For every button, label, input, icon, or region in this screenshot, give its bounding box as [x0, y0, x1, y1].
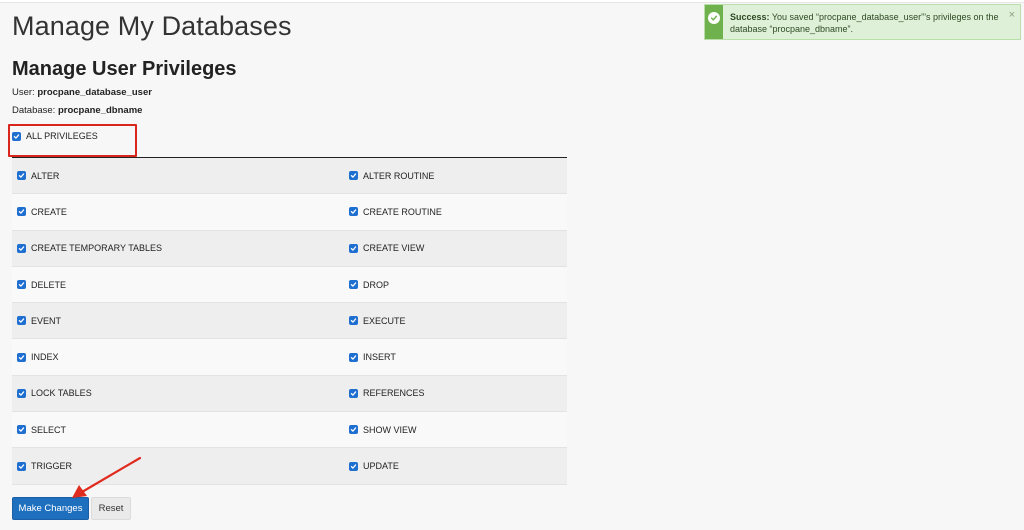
all-privileges-checkbox[interactable]: ALL PRIVILEGES [12, 131, 98, 141]
checkbox-checked-icon[interactable] [17, 461, 26, 471]
privilege-label: SHOW VIEW [363, 424, 417, 435]
toast-strong: Success: [729, 12, 770, 22]
checkbox-checked-icon[interactable] [349, 280, 358, 290]
top-border [0, 0, 1024, 3]
privilege-label: SELECT [31, 424, 67, 435]
checkbox-checked-icon[interactable] [349, 425, 358, 435]
privilege-checkbox[interactable]: ALTER ROUTINE [349, 171, 434, 181]
database-value: procpane_dbname [57, 105, 143, 116]
checkbox-checked-icon[interactable] [17, 425, 26, 435]
privilege-checkbox[interactable]: CREATE ROUTINE [349, 207, 442, 217]
privilege-row: CREATE TEMPORARY TABLES CREATE VIEW [12, 230, 567, 267]
user-info: User: procpane_database_user [12, 87, 152, 98]
privilege-row: SELECT SHOW VIEW [12, 412, 567, 449]
privilege-label: LOCK TABLES [31, 388, 92, 399]
privilege-checkbox[interactable]: CREATE TEMPORARY TABLES [17, 243, 162, 253]
privilege-checkbox[interactable]: EXECUTE [349, 316, 406, 326]
checkbox-checked-icon[interactable] [349, 171, 358, 181]
check-circle-icon [707, 12, 720, 24]
section-title: Manage User Privileges [12, 58, 237, 80]
privilege-label: INDEX [31, 352, 59, 363]
privilege-checkbox[interactable]: REFERENCES [349, 388, 425, 398]
page-title: Manage My Databases [12, 11, 292, 41]
privilege-row: ALTER ALTER ROUTINE [12, 158, 567, 195]
database-info: Database: procpane_dbname [12, 105, 142, 116]
checkbox-checked-icon[interactable] [349, 388, 358, 398]
checkbox-checked-icon[interactable] [17, 316, 26, 326]
checkbox-checked-icon[interactable] [349, 461, 358, 471]
privilege-row: EVENT EXECUTE [12, 303, 567, 340]
privilege-label: EXECUTE [363, 315, 406, 326]
privilege-checkbox[interactable]: EVENT [17, 316, 61, 326]
privilege-checkbox[interactable]: DELETE [17, 280, 66, 290]
privilege-checkbox[interactable]: INSERT [349, 352, 396, 362]
checkbox-checked-icon[interactable] [17, 280, 26, 290]
privilege-row: LOCK TABLES REFERENCES [12, 375, 567, 413]
privilege-label: ALTER [31, 170, 60, 181]
toast-body: You saved “procpane_database_user”’s pri… [729, 12, 999, 34]
toast-message: Success: You saved “procpane_database_us… [723, 5, 1020, 39]
privilege-row: DELETE DROP [12, 266, 567, 304]
toast-icon-column [705, 5, 723, 39]
privilege-checkbox[interactable]: CREATE [17, 207, 67, 217]
checkbox-checked-icon[interactable] [349, 316, 358, 326]
checkbox-checked-icon[interactable] [349, 207, 358, 217]
privilege-checkbox[interactable]: SELECT [17, 425, 66, 435]
privilege-label: ALTER ROUTINE [363, 170, 435, 181]
privilege-label: UPDATE [363, 461, 399, 472]
privilege-label: DROP [363, 279, 390, 290]
privilege-checkbox[interactable]: DROP [349, 280, 389, 290]
privilege-checkbox[interactable]: ALTER [17, 171, 59, 181]
privileges-table: ALTER ALTER ROUTINE CREATE CREATE ROUTINE CR… [12, 157, 567, 485]
checkbox-checked-icon[interactable] [17, 243, 26, 253]
checkbox-checked-icon[interactable] [349, 243, 358, 253]
privilege-label: INSERT [363, 352, 396, 363]
privilege-label: CREATE VIEW [363, 243, 425, 254]
checkbox-checked-icon[interactable] [17, 388, 26, 398]
checkbox-checked-icon[interactable] [17, 171, 26, 181]
annotation-arrow [72, 456, 142, 498]
privilege-row: INDEX INSERT [12, 339, 567, 376]
checkbox-checked-icon[interactable] [349, 352, 358, 362]
privilege-checkbox[interactable]: UPDATE [349, 461, 399, 471]
user-value: procpane_database_user [37, 87, 152, 98]
privilege-label: CREATE [31, 206, 67, 217]
privilege-checkbox[interactable]: SHOW VIEW [349, 425, 417, 435]
privilege-checkbox[interactable]: LOCK TABLES [17, 388, 92, 398]
privilege-label: REFERENCES [363, 388, 425, 399]
close-icon[interactable]: × [1009, 10, 1015, 21]
user-label: User: [12, 87, 35, 98]
checkbox-checked-icon[interactable] [12, 131, 21, 141]
privilege-label: DELETE [31, 279, 67, 290]
checkbox-checked-icon[interactable] [17, 207, 26, 217]
privilege-checkbox[interactable]: CREATE VIEW [349, 243, 424, 253]
success-toast: Success: You saved “procpane_database_us… [704, 4, 1021, 40]
privilege-label: CREATE TEMPORARY TABLES [31, 243, 163, 254]
checkbox-checked-icon[interactable] [17, 352, 26, 362]
privilege-label: CREATE ROUTINE [363, 206, 442, 217]
privilege-label: EVENT [31, 315, 62, 326]
privilege-row: CREATE CREATE ROUTINE [12, 194, 567, 231]
database-label: Database: [12, 105, 56, 116]
privilege-checkbox[interactable]: INDEX [17, 352, 59, 362]
all-privileges-label: ALL PRIVILEGES [26, 131, 98, 141]
